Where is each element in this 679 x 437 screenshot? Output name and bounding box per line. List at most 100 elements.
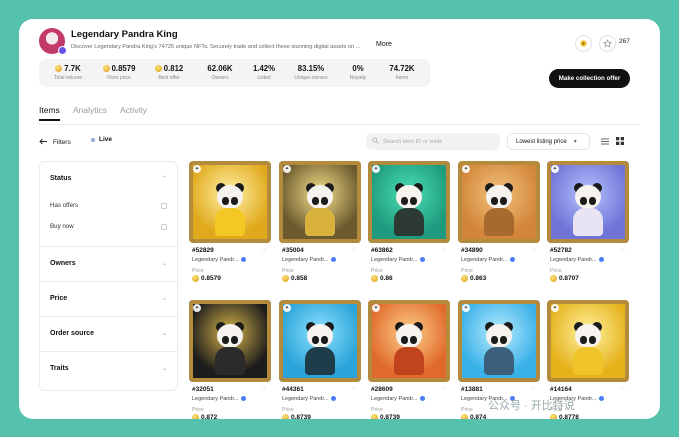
- nft-image[interactable]: ✦: [547, 300, 629, 382]
- nft-card[interactable]: ✦ #32051 ♡ Legendary Pandr... Price 0.872: [189, 300, 271, 419]
- nft-image[interactable]: ✦: [279, 300, 361, 382]
- nft-price: 0.863: [461, 275, 486, 282]
- nft-frame: [189, 300, 271, 382]
- nft-image[interactable]: ✦: [368, 161, 450, 243]
- nft-frame: [458, 300, 540, 382]
- status-heading[interactable]: Status: [50, 175, 71, 182]
- stat-items: 74.72K Items: [389, 64, 415, 81]
- nft-frame: [368, 300, 450, 382]
- watch-count: 267: [619, 38, 630, 45]
- nft-card[interactable]: ✦ #34890 ♡ Legendary Pandr... Price 0.863: [458, 161, 540, 291]
- search-placeholder: Search item ID or traits: [383, 138, 443, 145]
- favorite-icon[interactable]: ♡: [620, 386, 625, 393]
- favorite-icon[interactable]: ♡: [352, 386, 357, 393]
- nft-collection-name: Legendary Pandr...: [550, 257, 605, 263]
- favorite-icon[interactable]: ♡: [620, 247, 625, 254]
- tab-divider: [39, 124, 640, 125]
- verified-icon: [510, 257, 516, 263]
- tab-activity[interactable]: Activity: [120, 105, 147, 115]
- more-link[interactable]: More: [376, 41, 392, 48]
- nft-id: #35004: [282, 247, 304, 254]
- coin-icon: [55, 65, 63, 72]
- option-buy-now: Buy now: [50, 223, 74, 230]
- nft-image[interactable]: ✦: [279, 161, 361, 243]
- chevron-down-icon[interactable]: ⌄: [162, 260, 167, 267]
- nft-id: #32051: [192, 386, 214, 393]
- list-view-icon[interactable]: [599, 135, 611, 147]
- nft-image[interactable]: ✦: [189, 300, 271, 382]
- price-label: Price: [371, 268, 383, 274]
- owners-heading[interactable]: Owners: [50, 260, 76, 267]
- star-icon[interactable]: [599, 35, 616, 52]
- nft-id: #28609: [371, 386, 393, 393]
- grid-view-icon[interactable]: [614, 135, 626, 147]
- nft-id: #63862: [371, 247, 393, 254]
- tab-analytics[interactable]: Analytics: [73, 105, 107, 115]
- nft-collection-name: Legendary Pandr...: [461, 257, 516, 263]
- nft-card[interactable]: ✦ #63862 ♡ Legendary Pandr... Price 0.86: [368, 161, 450, 291]
- price-label: Price: [461, 407, 473, 413]
- live-toggle[interactable]: Live: [91, 136, 112, 143]
- rarity-icon: ✦: [193, 304, 201, 312]
- coin-icon: [461, 275, 468, 282]
- favorite-icon[interactable]: ♡: [262, 247, 267, 254]
- verified-icon: [331, 396, 337, 402]
- collection-avatar[interactable]: [39, 28, 67, 55]
- nft-image[interactable]: ✦: [368, 300, 450, 382]
- sort-select[interactable]: Lowest listing price ▼: [507, 133, 590, 150]
- coin-icon: [102, 65, 110, 72]
- chevron-down-icon[interactable]: ⌄: [162, 295, 167, 302]
- stat-owners: 62.06K Owners: [207, 64, 233, 81]
- arrow-left-icon: [39, 138, 48, 147]
- price-heading[interactable]: Price: [50, 295, 67, 302]
- nft-price: 0.858: [282, 275, 307, 282]
- section-divider: [40, 351, 177, 352]
- make-collection-offer-button[interactable]: Make collection offer: [549, 69, 630, 88]
- buy-now-checkbox[interactable]: [161, 224, 167, 230]
- favorite-icon[interactable]: ♡: [531, 247, 536, 254]
- share-icon[interactable]: [575, 35, 592, 52]
- price-label: Price: [282, 268, 294, 274]
- nft-image[interactable]: ✦: [189, 161, 271, 243]
- nft-image[interactable]: ✦: [547, 161, 629, 243]
- favorite-icon[interactable]: ♡: [531, 386, 536, 393]
- coin-icon: [192, 275, 199, 282]
- rarity-icon: ✦: [283, 304, 291, 312]
- search-icon: [372, 137, 379, 146]
- nft-image[interactable]: ✦: [458, 300, 540, 382]
- nft-card[interactable]: ✦ #52829 ♡ Legendary Pandr... Price 0.8579: [189, 161, 271, 291]
- nft-frame: [368, 161, 450, 243]
- price-label: Price: [192, 268, 204, 274]
- nft-card[interactable]: ✦ #28609 ♡ Legendary Pandr... Price 0.8739: [368, 300, 450, 419]
- tab-items[interactable]: Items: [39, 105, 60, 121]
- price-label: Price: [282, 407, 294, 413]
- nft-card[interactable]: ✦ #35004 ♡ Legendary Pandr... Price 0.858: [279, 161, 361, 291]
- traits-heading[interactable]: Traits: [50, 365, 69, 372]
- filters-button[interactable]: Filters: [39, 136, 71, 149]
- verified-icon: [420, 396, 426, 402]
- order-source-heading[interactable]: Order source: [50, 330, 94, 337]
- section-divider: [40, 316, 177, 317]
- favorite-icon[interactable]: ♡: [352, 247, 357, 254]
- rarity-icon: ✦: [372, 165, 380, 173]
- nft-image[interactable]: ✦: [458, 161, 540, 243]
- chevron-down-icon[interactable]: ⌄: [162, 330, 167, 337]
- favorite-icon[interactable]: ♡: [262, 386, 267, 393]
- verified-icon: [599, 396, 605, 402]
- nft-collection-name: Legendary Pandr...: [192, 257, 247, 263]
- chevron-down-icon: ▼: [572, 138, 578, 145]
- verified-icon: [420, 257, 426, 263]
- chevron-up-icon[interactable]: ⌃: [162, 175, 167, 182]
- favorite-icon[interactable]: ♡: [441, 386, 446, 393]
- nft-price: 0.872: [192, 414, 217, 419]
- has-offers-checkbox[interactable]: [161, 203, 167, 209]
- rarity-icon: ✦: [551, 304, 559, 312]
- favorite-icon[interactable]: ♡: [441, 247, 446, 254]
- nft-price: 0.8778: [550, 414, 579, 419]
- chevron-down-icon[interactable]: ⌄: [162, 365, 167, 372]
- coin-icon: [371, 275, 378, 282]
- search-input[interactable]: Search item ID or traits: [366, 133, 500, 150]
- nft-card[interactable]: ✦ #44361 ♡ Legendary Pandr... Price 0.8739: [279, 300, 361, 419]
- nft-card[interactable]: ✦ #52782 ♡ Legendary Pandr... Price 0.8707: [547, 161, 629, 291]
- nft-frame: [547, 161, 629, 243]
